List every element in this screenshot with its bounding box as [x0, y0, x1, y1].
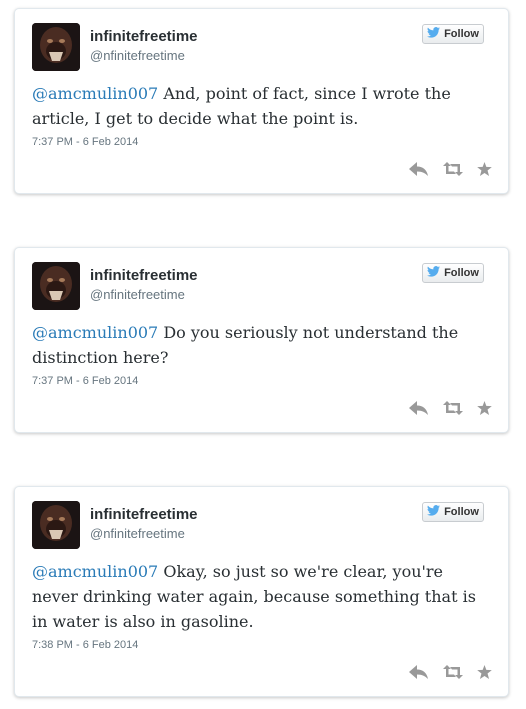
bird-icon	[427, 27, 441, 41]
reply-icon[interactable]	[409, 401, 429, 420]
follow-label: Follow	[444, 28, 479, 40]
tweet-text: @amcmulin007 And, point of fact, since I…	[32, 81, 492, 131]
timestamp[interactable]: 7:37 PM - 6 Feb 2014	[32, 375, 138, 387]
avatar[interactable]	[32, 501, 80, 549]
tweet-actions	[409, 665, 492, 684]
follow-label: Follow	[444, 506, 479, 518]
reply-icon[interactable]	[409, 162, 429, 181]
tweet-actions	[409, 401, 492, 420]
avatar[interactable]	[32, 262, 80, 310]
bird-icon	[427, 266, 441, 280]
follow-button[interactable]: Follow	[422, 24, 484, 44]
avatar[interactable]	[32, 23, 80, 71]
mention-link[interactable]: @amcmulin007	[32, 562, 158, 581]
user-handle[interactable]: @nfinitefreetime	[90, 287, 185, 302]
tweet-card: infinitefreetime @nfinitefreetime Follow…	[14, 8, 509, 194]
favorite-icon[interactable]	[477, 401, 492, 420]
favorite-icon[interactable]	[477, 665, 492, 684]
tweet-card: infinitefreetime @nfinitefreetime Follow…	[14, 486, 509, 697]
favorite-icon[interactable]	[477, 162, 492, 181]
tweet-actions	[409, 162, 492, 181]
retweet-icon[interactable]	[443, 162, 463, 181]
tweet-card: infinitefreetime @nfinitefreetime Follow…	[14, 247, 509, 433]
timestamp[interactable]: 7:38 PM - 6 Feb 2014	[32, 639, 138, 651]
follow-button[interactable]: Follow	[422, 502, 484, 522]
bird-icon	[427, 505, 441, 519]
mention-link[interactable]: @amcmulin007	[32, 323, 158, 342]
user-name[interactable]: infinitefreetime	[90, 506, 198, 523]
retweet-icon[interactable]	[443, 665, 463, 684]
user-handle[interactable]: @nfinitefreetime	[90, 526, 185, 541]
mention-link[interactable]: @amcmulin007	[32, 84, 158, 103]
tweet-text: @amcmulin007 Do you seriously not unders…	[32, 320, 492, 370]
reply-icon[interactable]	[409, 665, 429, 684]
tweet-text: @amcmulin007 Okay, so just so we're clea…	[32, 559, 492, 634]
user-handle[interactable]: @nfinitefreetime	[90, 48, 185, 63]
follow-label: Follow	[444, 267, 479, 279]
retweet-icon[interactable]	[443, 401, 463, 420]
timestamp[interactable]: 7:37 PM - 6 Feb 2014	[32, 136, 138, 148]
user-name[interactable]: infinitefreetime	[90, 267, 198, 284]
user-name[interactable]: infinitefreetime	[90, 28, 198, 45]
follow-button[interactable]: Follow	[422, 263, 484, 283]
